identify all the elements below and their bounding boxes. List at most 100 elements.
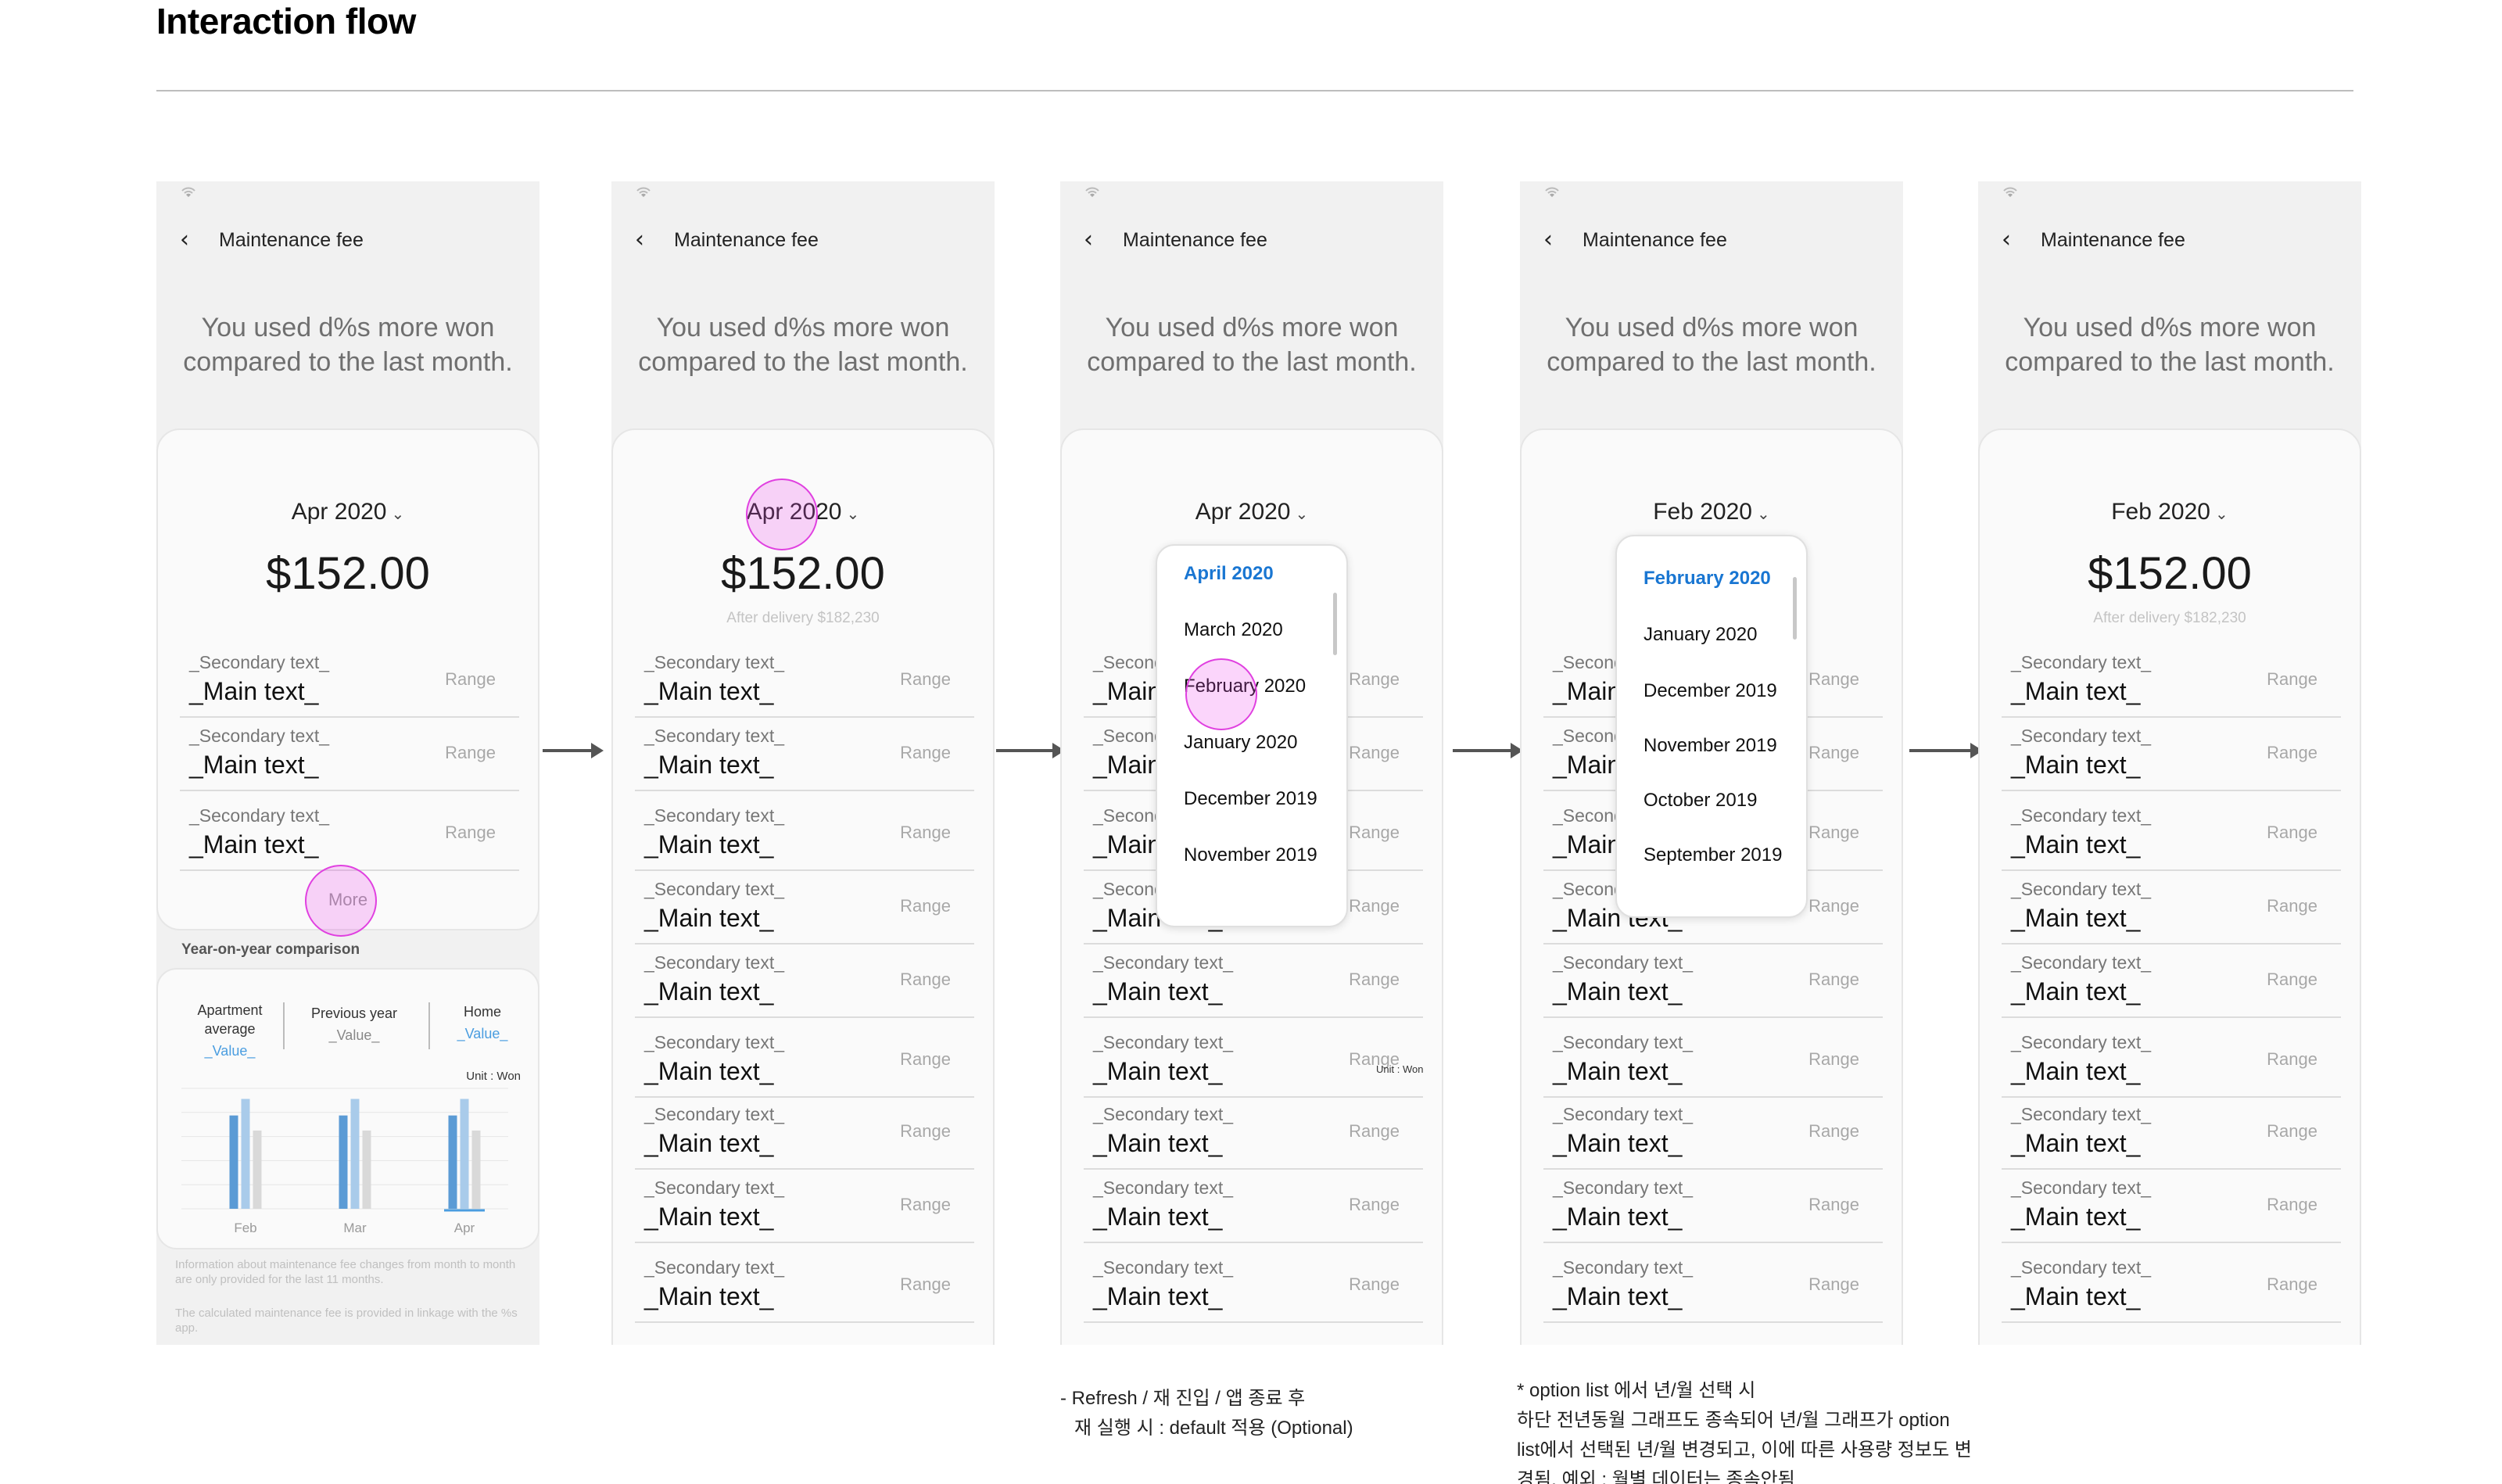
legend-divider [428,1002,430,1049]
note-line: 하단 전년동월 그래프도 종속되어 년/월 그래프가 option [1517,1410,1950,1431]
dropdown-option[interactable]: November 2019 [1184,844,1317,866]
range-text: Range [445,823,496,842]
list-item[interactable]: _Secondary text__Main text_Range [180,646,519,718]
list-item[interactable]: _Secondary text__Main text_Range [635,1171,974,1243]
month-dropdown[interactable]: February 2020 January 2020 December 2019… [1615,535,1808,918]
range-text: Range [900,669,951,689]
list-item[interactable]: _Secondary text__Main text_Range [1084,1251,1423,1323]
list-item[interactable]: _Secondary text__Main text_Range [1543,1251,1883,1323]
app-header: ‹ Maintenance fee [180,222,364,258]
dropdown-scrollbar[interactable] [1333,593,1337,655]
back-chevron-icon[interactable]: ‹ [180,228,211,252]
range-text: Range [1808,896,1859,916]
list-item[interactable]: _Secondary text__Main text_Range [180,719,519,791]
dropdown-scrollbar[interactable] [1793,577,1797,640]
list-item[interactable]: _Secondary text__Main text_Range [2002,873,2341,945]
dropdown-option[interactable]: September 2019 [1644,844,1782,866]
dropdown-option[interactable]: December 2019 [1184,788,1317,810]
main-text: _Main text_ [189,751,319,779]
info-note: Information about maintenance fee change… [175,1258,516,1286]
list-item[interactable]: _Secondary text__Main text_Range [180,799,519,871]
range-text: Range [900,1121,951,1141]
list-item[interactable]: _Secondary text__Main text_Range [635,1026,974,1098]
month-selector[interactable]: Apr 2020 ⌄ [1062,499,1442,525]
summary-line: You used d%s more won [656,313,950,342]
list-item[interactable]: _Secondary text__Main text_Range [2002,946,2341,1018]
summary-line: compared to the last month. [1087,347,1417,377]
month-label: Feb 2020 [1653,499,1752,525]
range-text: Range [900,1049,951,1069]
dropdown-option[interactable]: April 2020 [1184,563,1274,585]
list-item[interactable]: _Secondary text__Main text_Range [635,799,974,871]
list-item[interactable]: _Secondary text__Main text_Range [1543,1098,1883,1170]
month-dropdown[interactable]: April 2020 March 2020 February 2020 Janu… [1156,544,1348,927]
list-item[interactable]: _Secondary text__Main text_Range [635,873,974,945]
list-item[interactable]: _Secondary text__Main text_Range [635,646,974,718]
range-text: Range [2267,1274,2317,1294]
info-note: The calculated maintenance fee is provid… [175,1307,518,1335]
dropdown-option[interactable]: January 2020 [1184,732,1297,754]
month-selector[interactable]: Apr 2020 ⌄ [158,499,538,525]
dropdown-option[interactable]: November 2019 [1644,735,1777,757]
list-item[interactable]: _Secondary text__Main text_Range [2002,1026,2341,1098]
secondary-text: _Secondary text_ [644,1178,785,1198]
list-item[interactable]: _Secondary text__Main text_Range [1084,1098,1423,1170]
dropdown-option[interactable]: December 2019 [1644,680,1777,702]
main-text: _Main text_ [1553,1129,1683,1157]
summary-line: You used d%s more won [1565,313,1859,342]
main-text: _Main text_ [644,830,774,858]
list-item[interactable]: _Secondary text__Main text_Range [635,719,974,791]
month-selector[interactable]: Feb 2020 ⌄ [1980,499,2360,525]
back-chevron-icon[interactable]: ‹ [2002,228,2033,252]
summary-line: You used d%s more won [2023,313,2317,342]
legend-divider [283,1002,285,1049]
bar-apr [460,1099,469,1209]
dropdown-option[interactable]: February 2020 [1644,568,1771,590]
note-line: 경됨. 예외 : 월별 데이터는 종속안됨 [1517,1469,1795,1484]
list-item[interactable]: _Secondary text__Main text_Range [1543,1171,1883,1243]
range-text: Range [1808,970,1859,989]
main-text: _Main text_ [644,1203,774,1231]
wifi-icon [635,186,652,203]
list-item[interactable]: _Secondary text__Main text_Range [2002,719,2341,791]
secondary-text: _Secondary text_ [644,726,785,746]
secondary-text: _Secondary text_ [2011,879,2152,899]
list-item[interactable]: _Secondary text__Main text_Range [2002,1098,2341,1170]
dropdown-option[interactable]: October 2019 [1644,790,1757,812]
touch-indicator [1185,658,1257,730]
list-item[interactable]: _Secondary text__Main text_Range [1543,946,1883,1018]
yoy-card: Apartment average _Value_ Previous year … [156,968,539,1249]
note-line: * option list 에서 년/월 선택 시 [1517,1380,1756,1401]
touch-indicator [305,865,377,937]
secondary-text: _Secondary text_ [644,1257,785,1278]
back-chevron-icon[interactable]: ‹ [1084,228,1115,252]
list-item[interactable]: _Secondary text__Main text_Range [635,946,974,1018]
app-header: ‹ Maintenance fee [2002,222,2185,258]
list-item[interactable]: _Secondary text__Main text_Range [2002,799,2341,871]
back-chevron-icon[interactable]: ‹ [635,228,666,252]
dropdown-option[interactable]: March 2020 [1184,619,1283,641]
list-item[interactable]: _Secondary text__Main text_Range [1084,1171,1423,1243]
list-item[interactable]: _Secondary text__Main text_Range [2002,1251,2341,1323]
list-item[interactable]: _Secondary text__Main text_Range [2002,1171,2341,1243]
list-item[interactable]: _Secondary text__Main text_Range [635,1098,974,1170]
flow-arrow [996,743,1065,758]
secondary-text: _Secondary text_ [2011,1104,2152,1124]
usage-summary: You used d%s more won compared to the la… [1060,310,1443,379]
summary-line: You used d%s more won [1105,313,1399,342]
list-item[interactable]: _Secondary text__Main text_Range [1084,946,1423,1018]
list-item[interactable]: _Secondary text__Main text_Range [1084,1026,1423,1098]
secondary-text: _Secondary text_ [644,1104,785,1124]
month-selector[interactable]: Feb 2020 ⌄ [1522,499,1902,525]
back-chevron-icon[interactable]: ‹ [1543,228,1575,252]
dropdown-option[interactable]: January 2020 [1644,624,1757,646]
list-item[interactable]: _Secondary text__Main text_Range [2002,646,2341,718]
list-item[interactable]: _Secondary text__Main text_Range [635,1251,974,1323]
range-text: Range [1349,743,1400,762]
list-item[interactable]: _Secondary text__Main text_Range [1543,1026,1883,1098]
bar-mar [362,1130,371,1209]
secondary-text: _Secondary text_ [2011,805,2152,826]
secondary-text: _Secondary text_ [644,805,785,826]
screen-3: ‹ Maintenance fee You used d%s more won … [1060,181,1443,1345]
summary-line: compared to the last month. [183,347,513,377]
